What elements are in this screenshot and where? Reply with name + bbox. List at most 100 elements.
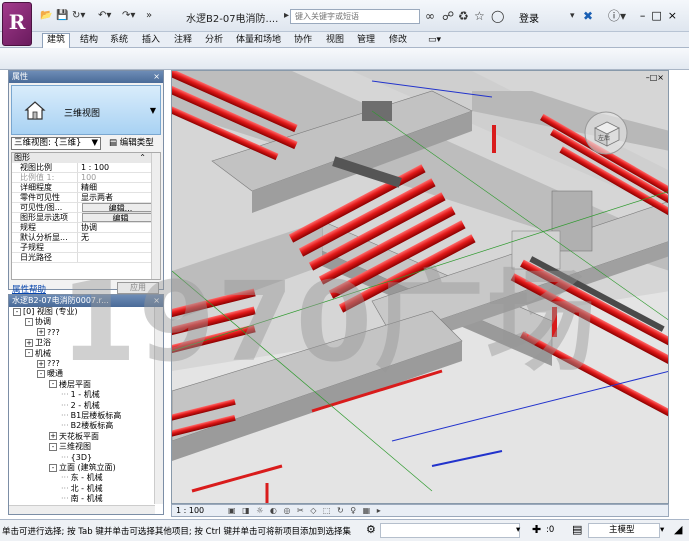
- tree-node[interactable]: - 协调: [25, 317, 51, 327]
- view-cube[interactable]: 左后: [583, 110, 629, 159]
- tree-node[interactable]: ··· B2楼板标高: [61, 421, 113, 431]
- tree-node[interactable]: ··· 南 - 机械: [61, 494, 103, 504]
- favorites-icon[interactable]: ☆: [474, 8, 485, 24]
- property-category[interactable]: 图形 ⌃: [12, 153, 160, 163]
- chevron-down-icon[interactable]: ▾: [516, 525, 520, 535]
- tree-node[interactable]: - 暖通: [37, 369, 63, 379]
- tree-node[interactable]: ··· 北 - 机械: [61, 484, 103, 494]
- property-row[interactable]: 零件可见性 显示两者: [12, 193, 160, 203]
- edit-type-button[interactable]: ▤ 编辑类型: [109, 137, 154, 150]
- property-row[interactable]: 比例值 1: 100: [12, 173, 160, 183]
- close-icon[interactable]: ×: [153, 71, 160, 83]
- search-input[interactable]: [290, 9, 420, 24]
- user-icon[interactable]: ◯: [491, 8, 504, 24]
- collapse-icon[interactable]: -: [25, 317, 33, 326]
- tab-modify[interactable]: 修改: [389, 34, 407, 46]
- design-options-icon[interactable]: ▤: [572, 523, 582, 536]
- type-selector[interactable]: 三维视图 ▼: [11, 85, 161, 135]
- property-value: 无: [81, 233, 89, 242]
- property-row[interactable]: 图形显示选项 编辑: [12, 213, 160, 223]
- property-row[interactable]: 规程 协调: [12, 223, 160, 233]
- binoculars-icon[interactable]: ∞: [425, 8, 435, 24]
- expand-icon[interactable]: +: [37, 359, 45, 368]
- property-row[interactable]: 默认分析显... 无: [12, 233, 160, 243]
- redo-icon[interactable]: ↷▾: [122, 9, 135, 23]
- expand-icon[interactable]: +: [25, 338, 33, 347]
- tree-node[interactable]: ··· 2 - 机械: [61, 401, 100, 411]
- tab-systems[interactable]: 系统: [110, 34, 128, 46]
- worksharing-icon[interactable]: ⚙: [366, 523, 376, 536]
- property-scrollbar[interactable]: [151, 153, 160, 279]
- collapse-icon[interactable]: -: [49, 380, 57, 389]
- tree-node[interactable]: +???: [37, 359, 60, 369]
- tab-annotate[interactable]: 注释: [174, 34, 192, 46]
- property-row[interactable]: 详细程度 精细: [12, 183, 160, 193]
- login-link[interactable]: 登录: [519, 10, 539, 25]
- tree-node[interactable]: - 楼层平面: [49, 380, 91, 390]
- collapse-icon[interactable]: -: [13, 307, 21, 316]
- property-edit-button[interactable]: 编辑...: [82, 203, 156, 212]
- tree-node[interactable]: + 天花板平面: [49, 432, 99, 442]
- tab-manage[interactable]: 管理: [357, 34, 375, 46]
- property-key: 默认分析显...: [12, 233, 78, 242]
- open-icon[interactable]: 📂: [40, 9, 52, 23]
- close-icon[interactable]: ×: [153, 295, 160, 307]
- ribbon-minimize-button[interactable]: ▭▾: [428, 34, 441, 46]
- tree-node[interactable]: - 三维视图: [49, 442, 91, 452]
- tree-node[interactable]: ··· 东 - 机械: [61, 473, 103, 483]
- editable-icon[interactable]: ✚: [532, 523, 541, 536]
- collapse-icon[interactable]: -: [25, 349, 33, 358]
- filter-icon[interactable]: ◢: [674, 523, 682, 536]
- tree-node[interactable]: ··· {3D}: [61, 453, 92, 463]
- collapse-icon[interactable]: -: [37, 369, 45, 378]
- tab-collaborate[interactable]: 协作: [294, 34, 312, 46]
- property-row[interactable]: 日光路径: [12, 253, 160, 263]
- workset-field[interactable]: [380, 523, 520, 538]
- undo-icon[interactable]: ↶▾: [98, 9, 111, 23]
- window-controls[interactable]: –□×: [640, 9, 683, 22]
- tab-insert[interactable]: 插入: [142, 34, 160, 46]
- communication-icon[interactable]: ♻: [458, 8, 469, 24]
- tab-analyze[interactable]: 分析: [205, 34, 223, 46]
- expand-icon[interactable]: +: [37, 328, 45, 337]
- view-selector[interactable]: 三维视图: {三维} ▼: [11, 137, 101, 150]
- view-control-icons[interactable]: ▣ ◨ ☼ ◐ ◎ ✂ ◇ ⬚ ↻ ♀ ▦ ▸: [228, 505, 383, 516]
- tree-node[interactable]: - [0] 视图 (专业): [13, 307, 78, 317]
- chevron-down-icon[interactable]: ▾: [660, 525, 664, 535]
- tab-massing-site[interactable]: 体量和场地: [236, 34, 281, 46]
- browser-scrollbar[interactable]: [154, 307, 163, 504]
- collapse-icon[interactable]: -: [49, 463, 57, 472]
- help-icon[interactable]: ⓘ▾: [608, 8, 626, 24]
- tree-node[interactable]: +???: [37, 328, 60, 338]
- dropdown-icon[interactable]: ▾: [570, 8, 575, 24]
- tree-node[interactable]: + 卫浴: [25, 338, 51, 348]
- save-icon[interactable]: 💾: [56, 9, 68, 23]
- tree-connector-icon: ···: [61, 411, 69, 420]
- tree-node[interactable]: ··· B1层楼板标高: [61, 411, 121, 421]
- browser-horizontal-scrollbar[interactable]: [9, 505, 155, 514]
- view-cube-icon[interactable]: 左后: [583, 110, 629, 156]
- quick-access-more-button[interactable]: »: [146, 9, 152, 23]
- design-option-select[interactable]: 主模型: [588, 523, 660, 538]
- view-scale[interactable]: 1 : 100: [176, 505, 204, 516]
- property-row[interactable]: 视图比例 1 : 100: [12, 163, 160, 173]
- property-row[interactable]: 子规程: [12, 243, 160, 253]
- tree-node[interactable]: - 机械: [25, 349, 51, 359]
- tab-architecture[interactable]: 建筑: [42, 33, 71, 48]
- tree-node[interactable]: - 立面 (建筑立面): [49, 463, 116, 473]
- sync-icon[interactable]: ↻▾: [72, 9, 85, 23]
- subscription-icon[interactable]: ☍: [442, 8, 454, 24]
- exchange-icon[interactable]: ✖: [583, 8, 593, 24]
- expand-icon[interactable]: +: [49, 432, 57, 441]
- viewport-window-controls[interactable]: –□×: [646, 73, 664, 82]
- property-edit-button[interactable]: 编辑: [82, 213, 156, 222]
- tree-connector-icon: ···: [61, 452, 69, 462]
- collapse-icon[interactable]: -: [49, 442, 57, 451]
- tab-structure[interactable]: 结构: [80, 34, 98, 46]
- tree-node[interactable]: ··· 1 - 机械: [61, 390, 100, 400]
- property-row[interactable]: 可见性/图... 编辑...: [12, 203, 160, 213]
- application-menu-button[interactable]: R: [2, 2, 32, 46]
- apply-button[interactable]: 应用: [117, 282, 159, 294]
- property-grid: 图形 ⌃ 视图比例 1 : 100 比例值 1: 100 详细程度 精细 零件可见性 显示两者…: [11, 152, 161, 280]
- tab-view[interactable]: 视图: [326, 34, 344, 46]
